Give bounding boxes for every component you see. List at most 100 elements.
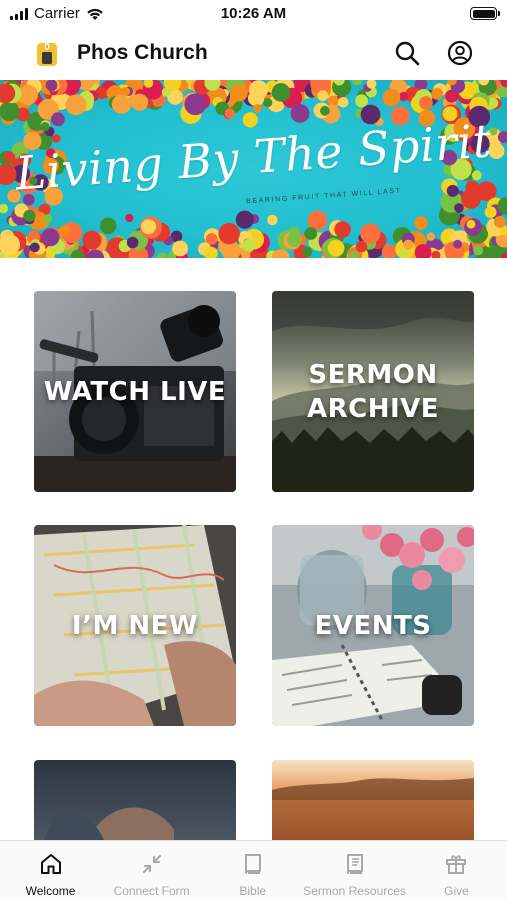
fruit-decoration [99,217,117,235]
fruit-decoration [43,214,53,223]
fruit-decoration [426,232,435,241]
fruit-decoration [184,93,206,116]
fruit-decoration [235,210,254,229]
fruit-decoration [224,108,235,119]
fruit-decoration [360,223,381,244]
tile-label: I’M NEW [71,610,199,641]
fruit-decoration [29,242,40,253]
gift-icon [446,855,467,874]
fruit-decoration [317,90,329,102]
candle-logo-icon [37,41,57,66]
fruit-decoration [334,221,351,238]
fruit-decoration [484,206,497,219]
tile-label: SERMON ARCHIVE [306,359,440,424]
fruit-decoration [59,225,70,237]
battery-icon [470,7,500,20]
tile-label: EVENTS [314,610,432,641]
app-header: Phos Church [0,28,507,78]
fruit-decoration [253,104,262,113]
fruit-decoration [271,83,291,102]
fruit-decoration [398,91,409,102]
fruit-decoration [355,240,368,253]
im-new-tile[interactable]: I’M NEW [34,525,236,726]
fruit-decoration [471,170,482,181]
sunset-field-tile[interactable] [272,760,474,840]
fruit-decoration [242,112,258,128]
search-icon [395,41,420,66]
fruit-decoration [461,189,481,209]
watch-live-tile[interactable]: WATCH LIVE [34,291,236,492]
compress-arrows-icon [142,855,161,873]
fruit-decoration [218,222,240,245]
tab-label: Bible [239,884,267,898]
home-icon [40,854,61,874]
status-bar: Carrier 10:26 AM [0,0,507,28]
tab-label: Sermon Resources [303,884,406,898]
tab-bar: Welcome Connect Form Bible Sermon Resour… [0,840,507,900]
fruit-decoration [290,104,310,123]
fruit-decoration [0,101,20,122]
fruit-decoration [263,98,273,108]
fruit-decoration [51,112,65,127]
fruit-decoration [267,214,278,226]
fruit-decoration [337,97,349,108]
tab-label: Give [444,884,469,898]
fruit-decoration [0,203,9,214]
tile-label [272,760,474,840]
book-open-text-icon [346,854,363,874]
fruit-decoration [161,87,171,97]
app-title: Phos Church [77,41,208,64]
profile-button[interactable] [445,38,475,68]
tab-give[interactable]: Give [406,841,507,900]
fruit-decoration [156,252,168,258]
prayer-tile[interactable] [34,760,236,840]
fruit-decoration [41,228,60,247]
fruit-decoration [302,247,313,257]
tab-sermon-resources[interactable]: Sermon Resources [303,841,406,900]
fruit-decoration [382,88,401,107]
fruit-decoration [403,239,414,250]
fruit-decoration [131,93,149,111]
fruit-decoration [352,80,363,86]
tab-welcome[interactable]: Welcome [0,841,101,900]
fruit-decoration [466,219,476,229]
fruit-decoration [82,230,102,250]
fruit-decoration [230,84,248,102]
fruit-decoration [126,236,139,249]
fruit-decoration [23,209,36,222]
fruit-decoration [304,227,318,240]
tile-label [34,760,236,840]
fruit-decoration [141,219,156,235]
tab-bible[interactable]: Bible [202,841,303,900]
fruit-decoration [327,239,345,257]
tab-label: Connect Form [113,884,190,898]
fruit-decoration [446,184,459,197]
fruit-decoration [271,249,290,258]
fruit-decoration [40,122,50,132]
fruit-decoration [205,233,218,245]
fruit-decoration [65,94,87,116]
fruit-decoration [355,94,369,108]
tile-label: WATCH LIVE [43,376,227,407]
profile-icon [447,40,473,66]
fruit-decoration [320,105,330,116]
fruit-decoration [454,203,464,213]
fruit-decoration [414,216,428,230]
search-button[interactable] [392,38,422,68]
fruit-decoration [473,245,484,256]
fruit-decoration [381,244,397,258]
fruit-decoration [399,249,408,258]
fruit-decoration [242,238,256,252]
fruit-decoration [125,213,134,223]
fruit-decoration [419,96,433,110]
fruit-decoration [172,240,189,257]
fruit-decoration [453,239,462,249]
fruit-decoration [431,87,444,100]
events-tile[interactable]: EVENTS [272,525,474,726]
tab-connect-form[interactable]: Connect Form [101,841,202,900]
fruit-decoration [111,94,131,114]
sermon-archive-tile[interactable]: SERMON ARCHIVE [272,291,474,492]
hero-banner[interactable]: Living By The Spirit [0,80,507,258]
book-icon [244,854,261,874]
fruit-decoration [288,226,300,238]
